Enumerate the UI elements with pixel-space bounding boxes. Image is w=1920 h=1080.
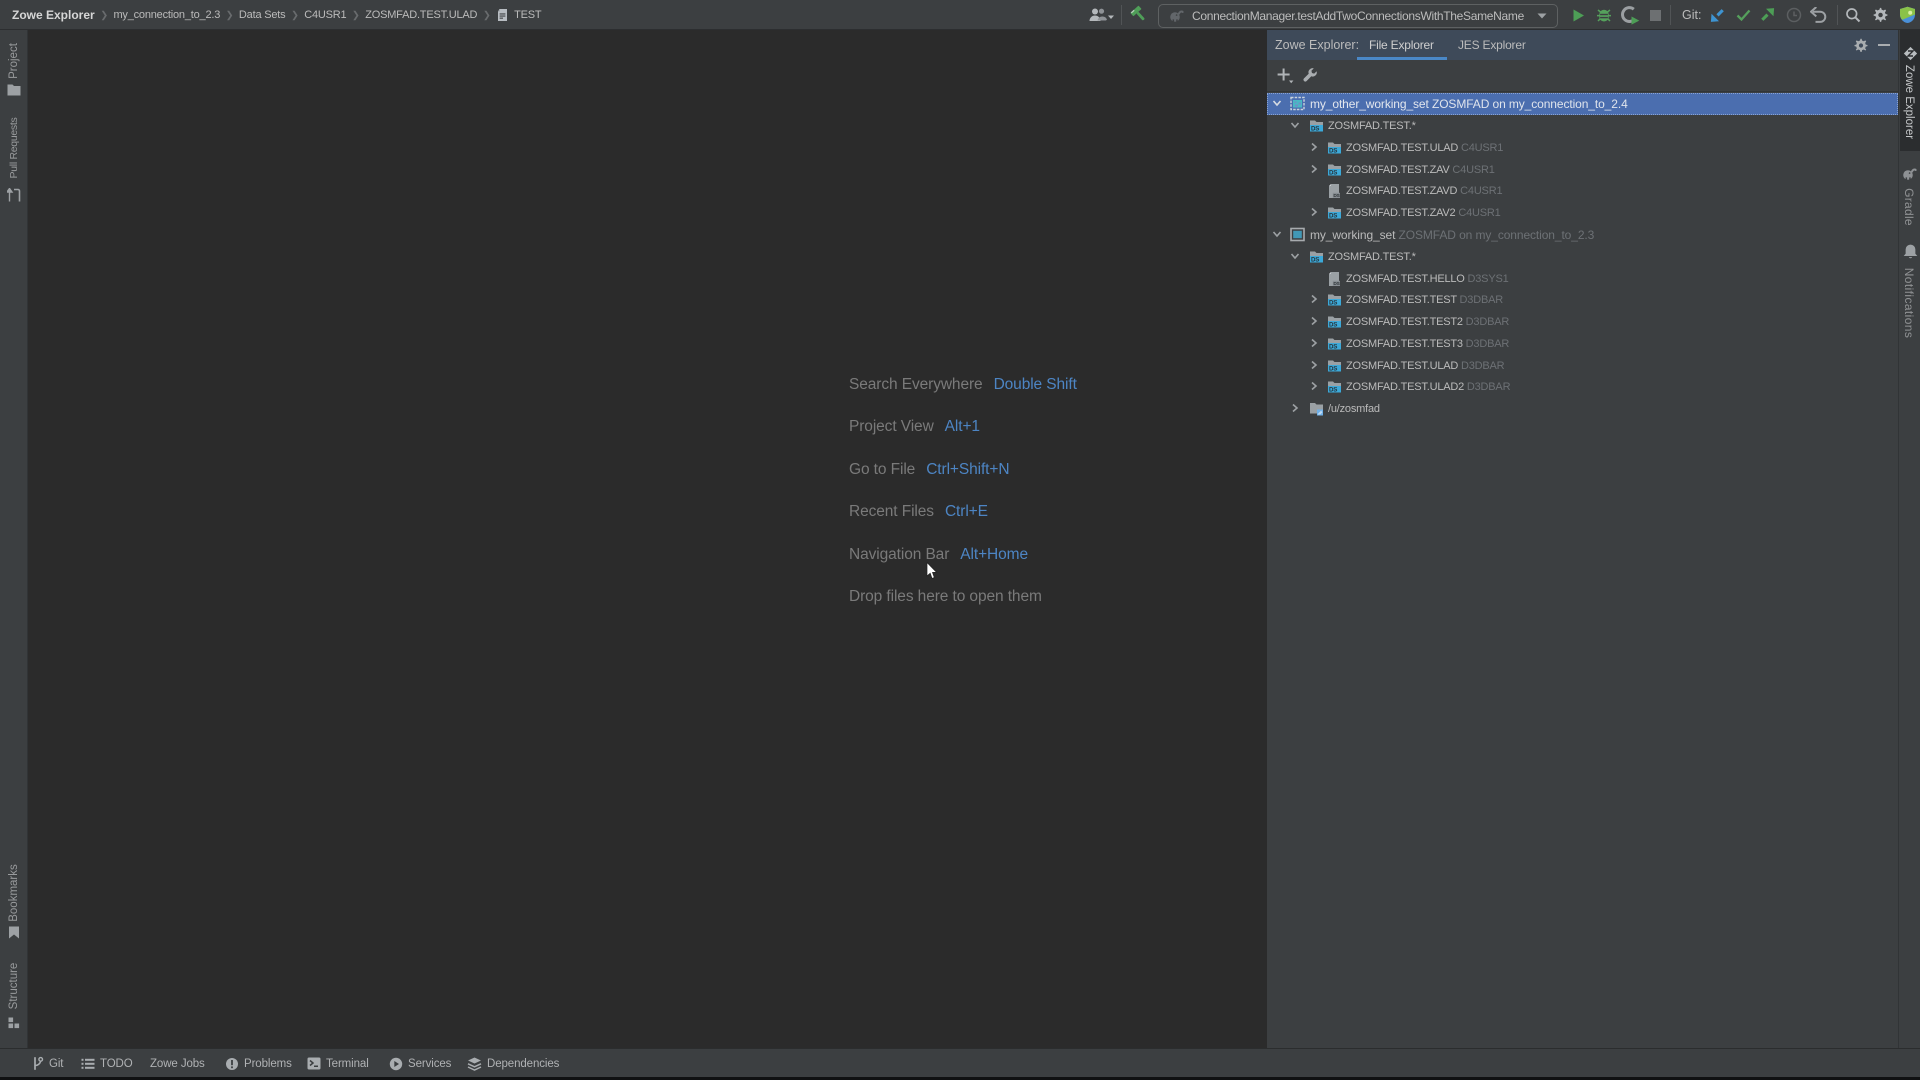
svg-text:DS: DS	[1329, 300, 1337, 307]
svg-text:DS: DS	[1329, 387, 1337, 394]
svg-text:DS: DS	[1333, 193, 1340, 199]
svg-text:DS: DS	[1329, 213, 1337, 220]
svg-text:DS: DS	[1329, 148, 1337, 155]
svg-text:DS: DS	[1329, 322, 1337, 329]
svg-text:DS: DS	[1333, 281, 1340, 287]
svg-text:DS: DS	[1311, 126, 1319, 133]
svg-text:DS: DS	[1329, 170, 1337, 177]
svg-text:DS: DS	[1311, 257, 1319, 264]
svg-text:DS: DS	[1329, 366, 1337, 373]
svg-text:DS: DS	[1329, 344, 1337, 351]
